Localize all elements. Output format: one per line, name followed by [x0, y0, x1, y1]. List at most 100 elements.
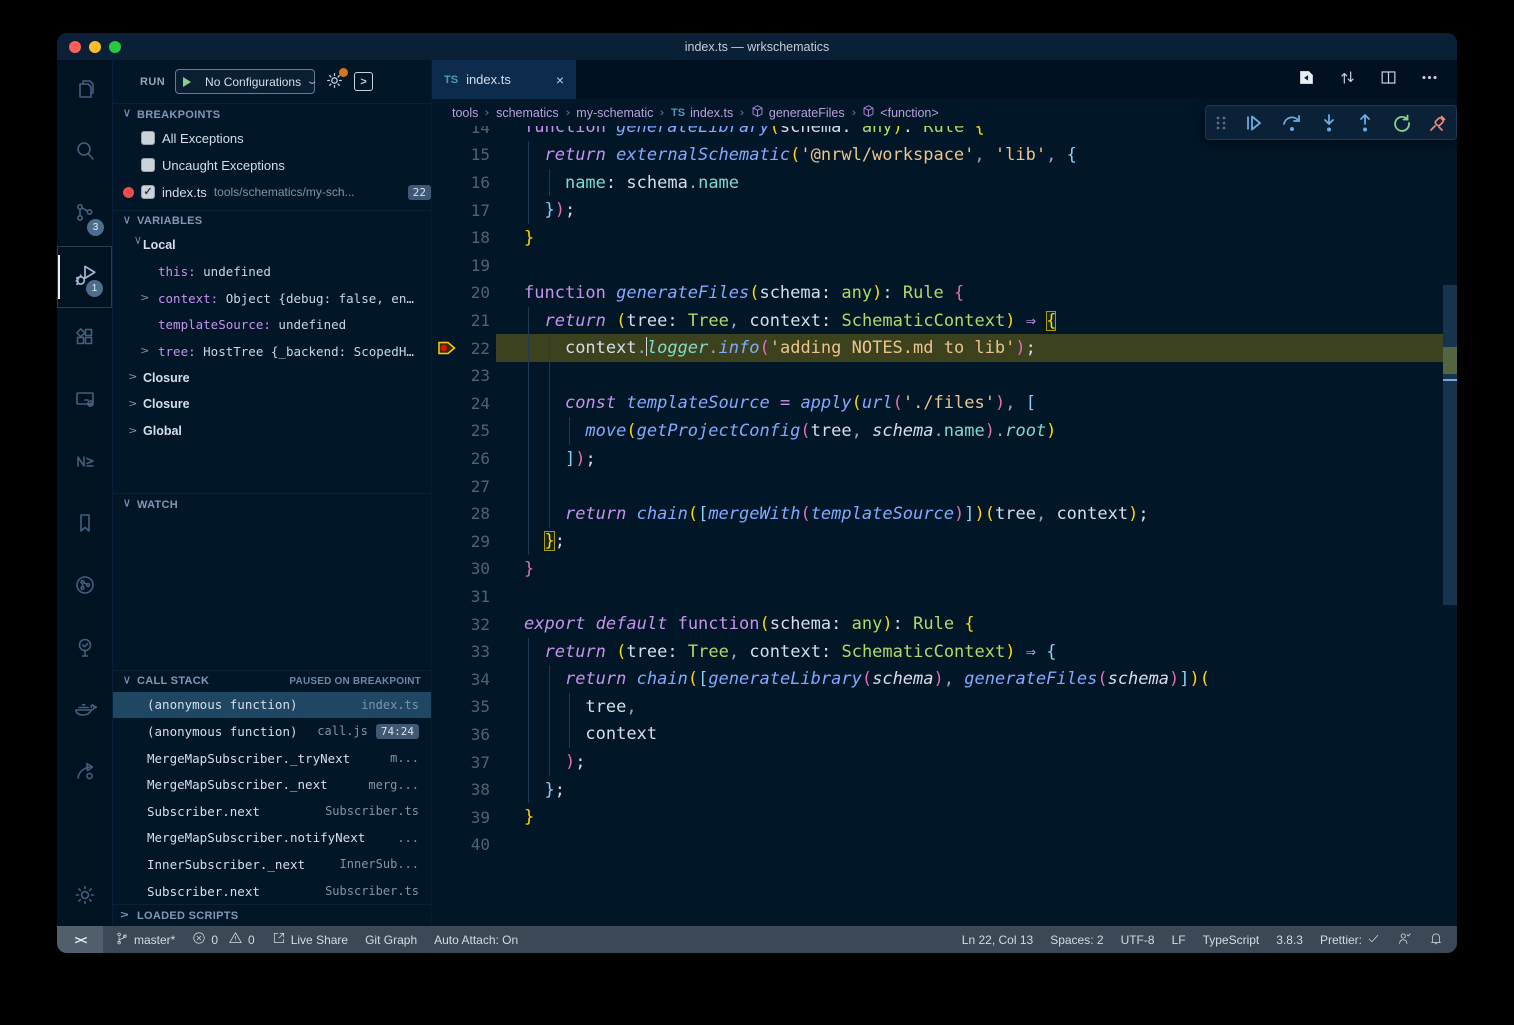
eol-indicator[interactable]: LF — [1172, 933, 1186, 947]
sidebar-item-source-control[interactable]: 3 — [57, 184, 112, 246]
sidebar-item-search[interactable] — [57, 122, 112, 184]
minimize-window-button[interactable] — [89, 41, 101, 53]
call-stack-frame[interactable]: InnerSubscriber._nextInnerSub... — [113, 851, 431, 878]
breakpoint-row[interactable]: All Exceptions — [113, 125, 431, 152]
breakpoint-row[interactable]: ✓index.tstools/schematics/my-sch...22 — [113, 179, 431, 206]
variables-section-header[interactable]: > VARIABLES — [113, 210, 431, 232]
code-line[interactable]: 37 ); — [432, 748, 1443, 776]
code-line[interactable]: 32export default function(schema: any): … — [432, 610, 1443, 638]
sidebar-item-git-graph[interactable] — [57, 556, 112, 618]
breakpoint-checkbox[interactable]: ✓ — [141, 185, 155, 199]
encoding-indicator[interactable]: UTF-8 — [1121, 933, 1155, 947]
breadcrumb-item[interactable]: schematics — [496, 106, 559, 120]
start-debug-icon[interactable] — [183, 77, 191, 87]
code-line[interactable]: 30} — [432, 555, 1443, 583]
sidebar-item-gitlens[interactable] — [57, 742, 112, 804]
remote-indicator[interactable]: >< — [57, 926, 103, 953]
scope-row[interactable]: >Global — [113, 418, 431, 445]
code-line[interactable]: 39} — [432, 803, 1443, 831]
disconnect-button[interactable] — [1428, 113, 1448, 133]
ts-version-indicator[interactable]: 3.8.3 — [1276, 933, 1303, 947]
chevron-right-icon[interactable]: > — [141, 346, 158, 357]
code-line[interactable]: 24 const templateSource = apply(url('./f… — [432, 390, 1443, 418]
sidebar-item-extensions[interactable] — [57, 308, 112, 370]
close-tab-icon[interactable]: × — [556, 72, 564, 88]
zoom-window-button[interactable] — [109, 41, 121, 53]
code-line[interactable]: 15 return externalSchematic('@nrwl/works… — [432, 141, 1443, 169]
watch-section-header[interactable]: > WATCH — [113, 493, 431, 515]
notifications-button[interactable] — [1429, 931, 1443, 949]
scope-row[interactable]: >Local — [113, 232, 431, 259]
sidebar-item-explorer[interactable] — [57, 60, 112, 122]
continue-button[interactable] — [1244, 113, 1264, 133]
launch-configuration-dropdown[interactable]: No Configurations ⌄ — [175, 69, 315, 94]
branch-indicator[interactable]: master* — [115, 931, 175, 949]
call-stack-frame[interactable]: MergeMapSubscriber.notifyNext... — [113, 825, 431, 852]
code-line[interactable]: 22 context.logger.info('adding NOTES.md … — [432, 334, 1443, 362]
sidebar-item-docker[interactable] — [57, 680, 112, 742]
debug-console-button[interactable]: > — [354, 72, 373, 91]
code-line[interactable]: 34 return chain([generateLibrary(schema)… — [432, 665, 1443, 693]
code-line[interactable]: 16 name: schema.name — [432, 169, 1443, 197]
code-line[interactable]: 40 — [432, 831, 1443, 859]
open-changes-icon[interactable] — [1297, 68, 1316, 92]
chevron-right-icon[interactable]: > — [129, 372, 146, 383]
code-line[interactable]: 23 — [432, 362, 1443, 390]
more-actions-icon[interactable] — [1420, 68, 1439, 92]
variable-row[interactable]: >tree: HostTree {_backend: ScopedH… — [113, 338, 431, 365]
call-stack-frame[interactable]: Subscriber.nextSubscriber.ts — [113, 878, 431, 905]
language-indicator[interactable]: TypeScript — [1203, 933, 1260, 947]
breadcrumb-item[interactable]: my-schematic — [576, 106, 653, 120]
compare-changes-icon[interactable] — [1338, 68, 1357, 92]
scope-row[interactable]: >Closure — [113, 365, 431, 392]
call-stack-frame[interactable]: MergeMapSubscriber._nextmerg... — [113, 771, 431, 798]
code-line[interactable]: 18} — [432, 224, 1443, 252]
call-stack-frame[interactable]: (anonymous function)call.js74:24 — [113, 718, 431, 745]
breadcrumb-item[interactable]: <function> — [862, 104, 938, 121]
variable-row[interactable]: templateSource: undefined — [113, 311, 431, 338]
breakpoint-checkbox[interactable] — [141, 158, 155, 172]
call-stack-frame[interactable]: Subscriber.nextSubscriber.ts — [113, 798, 431, 825]
breakpoint-row[interactable]: Uncaught Exceptions — [113, 152, 431, 179]
chevron-down-icon[interactable]: > — [132, 236, 143, 253]
sidebar-item-run-debug[interactable]: 1 — [57, 246, 112, 308]
code-line[interactable]: 38 }; — [432, 776, 1443, 804]
variable-row[interactable]: >context: Object {debug: false, en… — [113, 285, 431, 312]
code-line[interactable]: 36 context — [432, 721, 1443, 749]
scrollbar-thumb[interactable] — [1443, 285, 1457, 605]
split-editor-icon[interactable] — [1379, 68, 1398, 92]
sidebar-item-nx-console[interactable] — [57, 432, 112, 494]
call-stack-frame[interactable]: MergeMapSubscriber._tryNextm... — [113, 745, 431, 772]
breakpoint-checkbox[interactable] — [141, 131, 155, 145]
problems-indicator[interactable]: 0 0 — [192, 931, 254, 948]
code-line[interactable]: 21 return (tree: Tree, context: Schemati… — [432, 307, 1443, 335]
cursor-position-indicator[interactable]: Ln 22, Col 13 — [962, 933, 1033, 947]
auto-attach-button[interactable]: Auto Attach: On — [434, 933, 518, 947]
breadcrumb-item[interactable]: tools — [452, 106, 478, 120]
variable-row[interactable]: this: undefined — [113, 258, 431, 285]
chevron-right-icon[interactable]: > — [129, 399, 146, 410]
sidebar-item-testing[interactable] — [57, 618, 112, 680]
breadcrumb-item[interactable]: TSindex.ts — [671, 106, 733, 120]
code-line[interactable]: 28 return chain([mergeWith(templateSourc… — [432, 500, 1443, 528]
feedback-button[interactable] — [1397, 931, 1412, 949]
code-line[interactable]: 26 ]); — [432, 445, 1443, 473]
breakpoints-section-header[interactable]: > BREAKPOINTS — [113, 103, 431, 125]
loaded-scripts-section-header[interactable]: > LOADED SCRIPTS — [113, 904, 431, 926]
toolbar-drag-handle[interactable] — [1214, 114, 1228, 132]
tab-index-ts[interactable]: TS index.ts × — [432, 60, 577, 99]
code-line[interactable]: 35 tree, — [432, 693, 1443, 721]
restart-button[interactable] — [1392, 113, 1412, 133]
code-line[interactable]: 27 — [432, 472, 1443, 500]
code-line[interactable]: 29 }; — [432, 528, 1443, 556]
breadcrumb-item[interactable]: generateFiles — [751, 104, 845, 121]
code-area[interactable]: 14function generateLibrary(schema: any):… — [432, 114, 1443, 859]
code-line[interactable]: 17 }); — [432, 196, 1443, 224]
sidebar-item-remote-explorer[interactable] — [57, 370, 112, 432]
sidebar-item-bookmarks[interactable] — [57, 494, 112, 556]
call-stack-section-header[interactable]: > CALL STACK PAUSED ON BREAKPOINT — [113, 670, 431, 692]
configure-launch-button[interactable] — [325, 71, 344, 93]
call-stack-frame[interactable]: (anonymous function)index.ts — [113, 692, 431, 719]
close-window-button[interactable] — [69, 41, 81, 53]
scope-row[interactable]: >Closure — [113, 391, 431, 418]
